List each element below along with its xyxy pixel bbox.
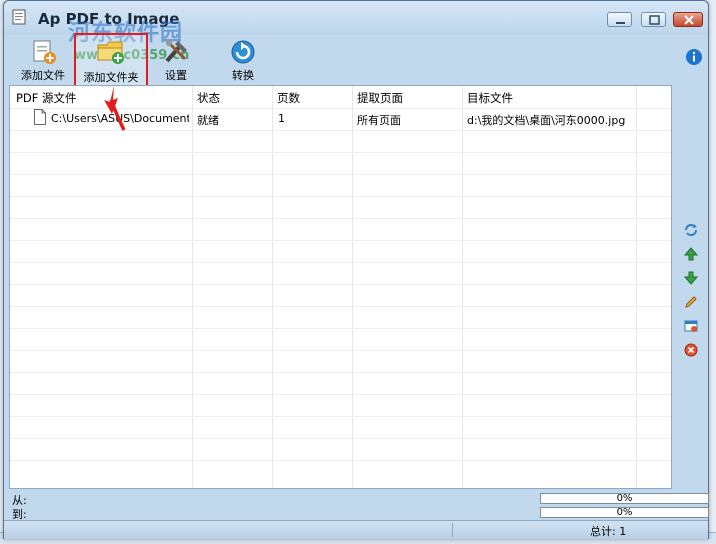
column-header-status[interactable]: 状态 <box>197 90 220 106</box>
close-button[interactable] <box>673 12 703 27</box>
column-divider <box>352 86 353 488</box>
from-progress-value: 0% <box>616 493 633 504</box>
progress-area: 从: 0% 到: 0% <box>4 490 709 521</box>
total-count: 总计: 1 <box>590 525 627 538</box>
column-divider <box>462 86 463 488</box>
column-divider <box>636 86 637 488</box>
app-window: Ap PDF to Image 河东软件园 www.pc0359.cn 添加文件 <box>3 0 709 539</box>
row-divider <box>10 328 671 329</box>
window-title: Ap PDF to Image <box>38 10 180 28</box>
edit-pencil-icon[interactable] <box>684 295 698 309</box>
move-down-icon[interactable] <box>684 271 698 285</box>
to-progress-bar: 0% <box>540 507 709 518</box>
info-icon[interactable] <box>685 48 703 66</box>
row-divider <box>10 306 671 307</box>
row-divider <box>10 350 671 351</box>
convert-button[interactable]: 转换 <box>218 35 268 83</box>
column-header-extract[interactable]: 提取页面 <box>357 90 403 106</box>
row-divider <box>10 372 671 373</box>
minimize-icon <box>616 22 625 24</box>
column-divider <box>272 86 273 488</box>
settings-label: 设置 <box>165 69 187 82</box>
tools-icon <box>165 40 187 63</box>
file-list[interactable]: PDF 源文件 状态 页数 提取页面 目标文件 C:\Users\ASUS\Do… <box>9 85 672 489</box>
settings-button[interactable]: 设置 <box>154 35 198 83</box>
refresh-icon <box>231 40 255 64</box>
maximize-icon <box>649 15 660 25</box>
add-file-label: 添加文件 <box>21 69 65 82</box>
toolbar: 添加文件 添加文件夹 设置 转换 <box>8 33 704 89</box>
window-settings-icon[interactable] <box>684 319 698 333</box>
status-bar: 总计: 1 <box>4 520 708 539</box>
minimize-button[interactable] <box>607 12 632 27</box>
column-header-target[interactable]: 目标文件 <box>467 90 513 106</box>
maximize-button[interactable] <box>641 12 666 27</box>
add-file-button[interactable]: 添加文件 <box>12 35 74 83</box>
status-divider <box>452 523 453 537</box>
title-bar[interactable]: Ap PDF to Image 河东软件园 <box>4 1 708 46</box>
add-folder-icon <box>97 41 124 64</box>
row-status: 就绪 <box>197 114 219 127</box>
table-row[interactable]: C:\Users\ASUS\Document... 就绪 1 所有页面 d:\我… <box>10 108 671 130</box>
row-divider <box>10 196 671 197</box>
row-extract: 所有页面 <box>357 114 401 127</box>
row-divider <box>10 174 671 175</box>
row-divider <box>10 130 671 131</box>
side-toolbar <box>676 85 704 489</box>
row-divider <box>10 240 671 241</box>
add-folder-button[interactable]: 添加文件夹 <box>74 33 148 89</box>
column-header-pages[interactable]: 页数 <box>277 90 300 106</box>
row-divider <box>10 438 671 439</box>
app-icon <box>12 9 26 25</box>
row-divider <box>10 218 671 219</box>
convert-label: 转换 <box>232 69 254 82</box>
close-icon <box>684 15 694 25</box>
row-target: d:\我的文档\桌面\河东0000.jpg <box>467 114 626 127</box>
refresh-icon[interactable] <box>684 223 698 237</box>
list-header: PDF 源文件 状态 页数 提取页面 目标文件 <box>10 90 671 108</box>
column-divider <box>192 86 193 488</box>
move-up-icon[interactable] <box>684 247 698 261</box>
from-progress-bar: 0% <box>540 493 709 504</box>
pdf-file-icon <box>34 109 46 125</box>
row-pages: 1 <box>278 112 285 125</box>
row-divider <box>10 262 671 263</box>
row-divider <box>10 394 671 395</box>
add-folder-label: 添加文件夹 <box>83 71 139 84</box>
row-divider <box>10 416 671 417</box>
row-source: C:\Users\ASUS\Document... <box>51 112 189 125</box>
delete-icon[interactable] <box>684 343 698 357</box>
row-divider <box>10 460 671 461</box>
row-divider <box>10 284 671 285</box>
row-divider <box>10 152 671 153</box>
column-header-source[interactable]: PDF 源文件 <box>16 90 77 106</box>
add-file-icon <box>33 40 56 64</box>
to-progress-value: 0% <box>616 507 633 518</box>
